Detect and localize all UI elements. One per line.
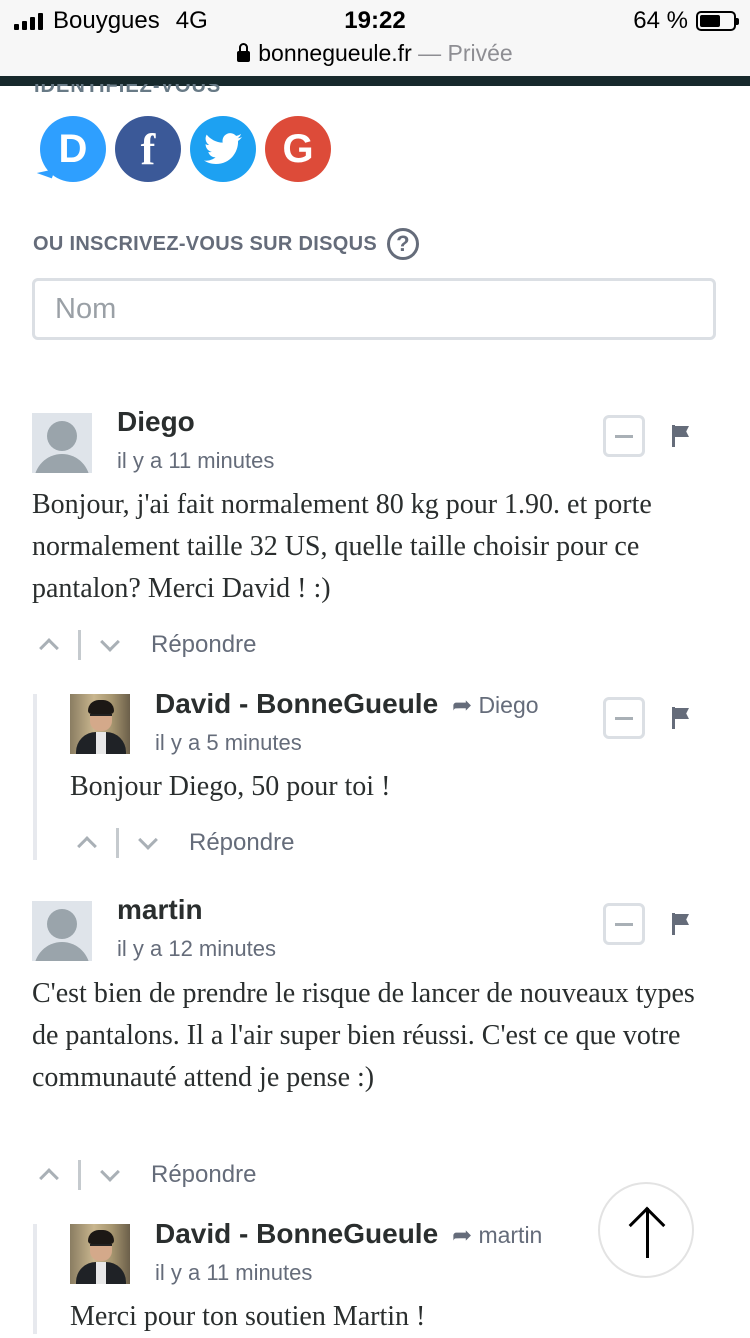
- comment-author[interactable]: David - BonneGueule ➦ martin: [155, 1218, 542, 1250]
- comment-actions: Répondre: [39, 630, 256, 660]
- comment-author[interactable]: martin: [117, 894, 203, 926]
- twitter-login-button[interactable]: [190, 116, 256, 182]
- comment-timestamp[interactable]: il y a 11 minutes: [155, 1260, 312, 1286]
- comment-actions: Répondre: [77, 828, 294, 858]
- reply-to-name[interactable]: martin: [478, 1222, 542, 1248]
- vote-separator: [78, 1160, 81, 1190]
- cut-off-heading: IDENTIFIEZ-VOUS: [34, 84, 221, 92]
- comment-author[interactable]: Diego: [117, 406, 195, 438]
- avatar[interactable]: [32, 413, 92, 473]
- avatar[interactable]: [70, 694, 130, 754]
- collapse-button[interactable]: [603, 903, 645, 945]
- collapse-button[interactable]: [603, 415, 645, 457]
- reply-to-name[interactable]: Diego: [478, 692, 538, 718]
- battery-percent: 64 %: [633, 7, 688, 34]
- comment-text: Merci pour ton soutien Martin !: [70, 1301, 426, 1332]
- comment-timestamp[interactable]: il y a 5 minutes: [155, 730, 302, 756]
- downvote-icon[interactable]: [138, 830, 158, 850]
- downvote-icon[interactable]: [100, 632, 120, 652]
- upvote-icon[interactable]: [39, 638, 59, 658]
- signup-heading: OU INSCRIVEZ-VOUS SUR DISQUS ?: [33, 228, 419, 260]
- disqus-login-button[interactable]: D: [40, 116, 106, 182]
- social-login-buttons: D f G: [40, 116, 331, 182]
- reply-button[interactable]: Répondre: [189, 829, 294, 857]
- upvote-icon[interactable]: [77, 836, 97, 856]
- avatar[interactable]: [70, 1224, 130, 1284]
- comment-actions: Répondre: [39, 1160, 256, 1190]
- avatar[interactable]: [32, 901, 92, 961]
- comment-text: Bonjour Diego, 50 pour toi !: [70, 771, 391, 802]
- facebook-login-button[interactable]: f: [115, 116, 181, 182]
- thread-line: [33, 1224, 37, 1334]
- flag-icon[interactable]: [672, 913, 690, 935]
- url-bar[interactable]: bonnegueule.fr — Privée: [0, 40, 750, 76]
- flag-icon[interactable]: [672, 425, 690, 447]
- vote-separator: [116, 828, 119, 858]
- url-domain: bonnegueule.fr: [258, 40, 412, 66]
- comment-timestamp[interactable]: il y a 12 minutes: [117, 936, 276, 962]
- reply-button[interactable]: Répondre: [151, 631, 256, 659]
- name-input[interactable]: [32, 278, 716, 340]
- status-bar: Bouygues 4G 19:22 64 %: [0, 0, 750, 40]
- thread-line: [33, 694, 37, 860]
- reply-arrow-icon: ➦: [451, 1222, 473, 1249]
- flag-icon[interactable]: [672, 707, 690, 729]
- lock-icon: [237, 43, 251, 62]
- private-mode-label: — Privée: [418, 40, 513, 66]
- upvote-icon[interactable]: [39, 1168, 59, 1188]
- comment-timestamp[interactable]: il y a 11 minutes: [117, 448, 274, 474]
- vote-separator: [78, 630, 81, 660]
- comment-text: Bonjour, j'ai fait normalement 80 kg pou…: [32, 489, 652, 604]
- help-icon[interactable]: ?: [387, 228, 419, 260]
- reply-button[interactable]: Répondre: [151, 1161, 256, 1189]
- battery-icon: [696, 11, 739, 31]
- reply-arrow-icon: ➦: [451, 692, 473, 719]
- downvote-icon[interactable]: [100, 1162, 120, 1182]
- comment-text: C'est bien de prendre le risque de lance…: [32, 978, 695, 1093]
- google-login-button[interactable]: G: [265, 116, 331, 182]
- scroll-to-top-button[interactable]: [598, 1182, 694, 1278]
- collapse-button[interactable]: [603, 697, 645, 739]
- comment-author[interactable]: David - BonneGueule ➦ Diego: [155, 688, 539, 720]
- bird-icon: [204, 133, 242, 165]
